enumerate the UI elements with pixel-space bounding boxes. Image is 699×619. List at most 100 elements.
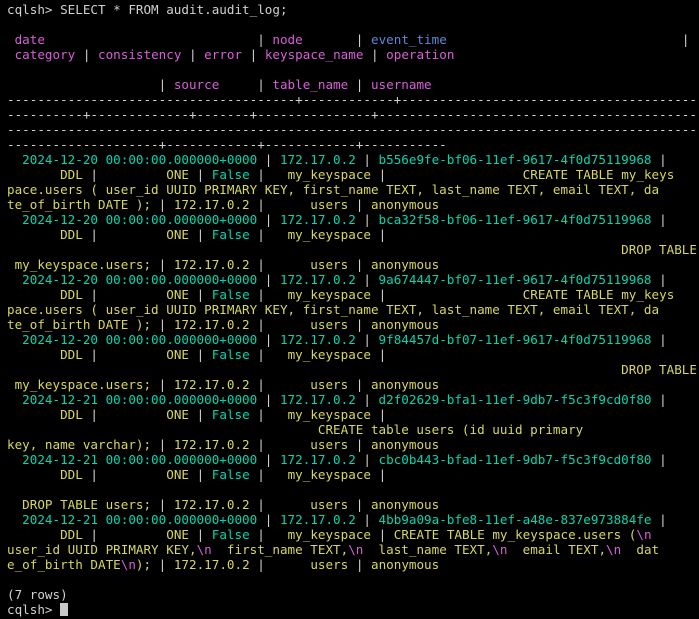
terminal-segment: anonymous	[370, 317, 440, 332]
terminal-segment: |	[257, 452, 280, 467]
terminal-segment: my_keyspace	[264, 467, 371, 482]
terminal-segment: ----------+-------------+-------+-------…	[7, 107, 699, 122]
terminal-segment: category	[7, 47, 76, 62]
terminal-segment: 172.17.0.2	[279, 332, 356, 347]
terminal-segment: anonymous	[370, 497, 440, 512]
terminal-line: user_id UUID PRIMARY KEY,\n first_name T…	[7, 542, 699, 557]
terminal-segment: |	[189, 407, 212, 422]
terminal-segment: False	[211, 467, 250, 482]
terminal-segment: |	[151, 257, 174, 272]
terminal-segment: 172.17.0.2	[173, 317, 250, 332]
terminal-line: 2024-12-21 00:00:00.000000+0000 | 172.17…	[7, 392, 699, 407]
terminal-window[interactable]: cqlsh> SELECT * FROM audit.audit_log; da…	[0, 0, 699, 619]
terminal-segment: anonymous	[370, 377, 440, 392]
terminal-segment: my_keyspace	[264, 227, 371, 242]
terminal-segment: (7 rows)	[7, 587, 68, 602]
terminal-segment: False	[211, 227, 250, 242]
terminal-segment: |	[249, 527, 265, 542]
terminal-segment: |	[348, 257, 371, 272]
terminal-segment: CREATE TABLE my_keyspace.users (	[393, 527, 637, 542]
terminal-segment: DDL	[7, 227, 83, 242]
terminal-line: te_of_birth DATE ); | 172.17.0.2 | users…	[7, 197, 699, 212]
terminal-segment: my_keyspace	[264, 287, 371, 302]
terminal-segment: my_keyspace	[264, 347, 371, 362]
terminal-segment: 4bb9a09a-bfe8-11ef-a48e-837e973884fe	[378, 512, 652, 527]
terminal-segment: first_name TEXT,	[211, 542, 349, 557]
terminal-segment: anonymous	[370, 437, 440, 452]
terminal-segment: \n	[636, 527, 652, 542]
terminal-segment: |	[151, 437, 174, 452]
terminal-segment: DDL	[7, 287, 83, 302]
terminal-segment: |	[355, 392, 379, 407]
terminal-segment: ONE	[98, 467, 189, 482]
terminal-segment: 9f84457d-bf07-11ef-9617-4f0d75119968	[378, 332, 652, 347]
terminal-line: pace.users ( user_id UUID PRIMARY KEY, f…	[7, 182, 699, 197]
terminal-segment: d2f02629-bfa1-11ef-9db7-f5c3f9cd0f80	[378, 392, 652, 407]
terminal-segment: DROP TABLE users;	[7, 497, 152, 512]
terminal-segment: |	[181, 47, 205, 62]
terminal-segment: \n	[196, 542, 212, 557]
terminal-line: DDL | ONE | False | my_keyspace | CREATE…	[7, 167, 699, 182]
terminal-line: cqlsh> SELECT * FROM audit.audit_log;	[7, 2, 699, 17]
terminal-segment: |	[249, 167, 265, 182]
terminal-line: DDL | ONE | False | my_keyspace |	[7, 467, 699, 482]
prompt-text: cqlsh>	[7, 602, 61, 617]
terminal-segment: |	[151, 197, 174, 212]
terminal-segment: |	[82, 227, 98, 242]
terminal-segment: |	[82, 467, 98, 482]
terminal-segment: |	[151, 317, 174, 332]
terminal-line: 2024-12-20 00:00:00.000000+0000 | 172.17…	[7, 212, 699, 227]
terminal-segment: 172.17.0.2	[279, 152, 356, 167]
terminal-segment: 172.17.0.2	[173, 557, 250, 572]
terminal-segment: ----------------------------------------…	[7, 122, 699, 137]
terminal-line: --------------------------------------+-…	[7, 92, 699, 107]
terminal-segment: |	[371, 287, 387, 302]
terminal-segment: node	[272, 32, 303, 47]
terminal-segment: 172.17.0.2	[279, 272, 356, 287]
terminal-segment: email TEXT,	[507, 542, 607, 557]
terminal-segment: |	[355, 212, 379, 227]
terminal-segment: users	[264, 257, 349, 272]
terminal-segment: consistency	[98, 47, 182, 62]
terminal-segment: ONE	[98, 287, 189, 302]
terminal-segment: |	[249, 197, 265, 212]
terminal-segment: users	[264, 317, 349, 332]
terminal-segment: |	[355, 272, 379, 287]
terminal-segment: |	[348, 317, 371, 332]
terminal-line: DDL | ONE | False | my_keyspace |	[7, 227, 699, 242]
terminal-line: DROP TABLE	[7, 242, 699, 257]
terminal-segment: 172.17.0.2	[173, 377, 250, 392]
terminal-segment: |	[249, 377, 265, 392]
terminal-segment: False	[211, 167, 250, 182]
terminal-segment: users	[264, 377, 349, 392]
terminal-line: DDL | ONE | False | my_keyspace | CREATE…	[7, 527, 699, 542]
terminal-segment: |	[249, 287, 265, 302]
terminal-segment: te_of_birth DATE );	[7, 197, 152, 212]
terminal-segment: 2024-12-21 00:00:00.000000+0000	[7, 392, 258, 407]
terminal-segment: DDL	[7, 527, 83, 542]
terminal-line: my_keyspace.users; | 172.17.0.2 | users …	[7, 377, 699, 392]
terminal-segment: ONE	[98, 527, 189, 542]
terminal-segment: |	[257, 512, 280, 527]
terminal-line: date | node | event_time |	[7, 32, 699, 47]
terminal-segment: anonymous	[370, 257, 440, 272]
terminal-segment: |	[257, 272, 280, 287]
terminal-segment: |	[189, 287, 212, 302]
terminal-segment: ONE	[98, 167, 189, 182]
terminal-segment: |	[257, 152, 280, 167]
terminal-segment: DDL	[7, 467, 83, 482]
terminal-segment: |	[355, 152, 379, 167]
terminal-segment: 172.17.0.2	[279, 212, 356, 227]
terminal-segment: 9a674447-bf07-11ef-9617-4f0d75119968	[378, 272, 652, 287]
terminal-segment: |	[348, 557, 371, 572]
terminal-segment: |	[249, 467, 265, 482]
terminal-segment: |	[189, 527, 212, 542]
terminal-segment: |	[82, 527, 98, 542]
terminal-segment: error	[204, 47, 243, 62]
terminal-segment: anonymous	[370, 197, 440, 212]
terminal-segment: \n	[120, 557, 136, 572]
prompt-line[interactable]: cqlsh>	[7, 602, 699, 617]
terminal-line: te_of_birth DATE ); | 172.17.0.2 | users…	[7, 317, 699, 332]
terminal-segment: 172.17.0.2	[279, 452, 356, 467]
